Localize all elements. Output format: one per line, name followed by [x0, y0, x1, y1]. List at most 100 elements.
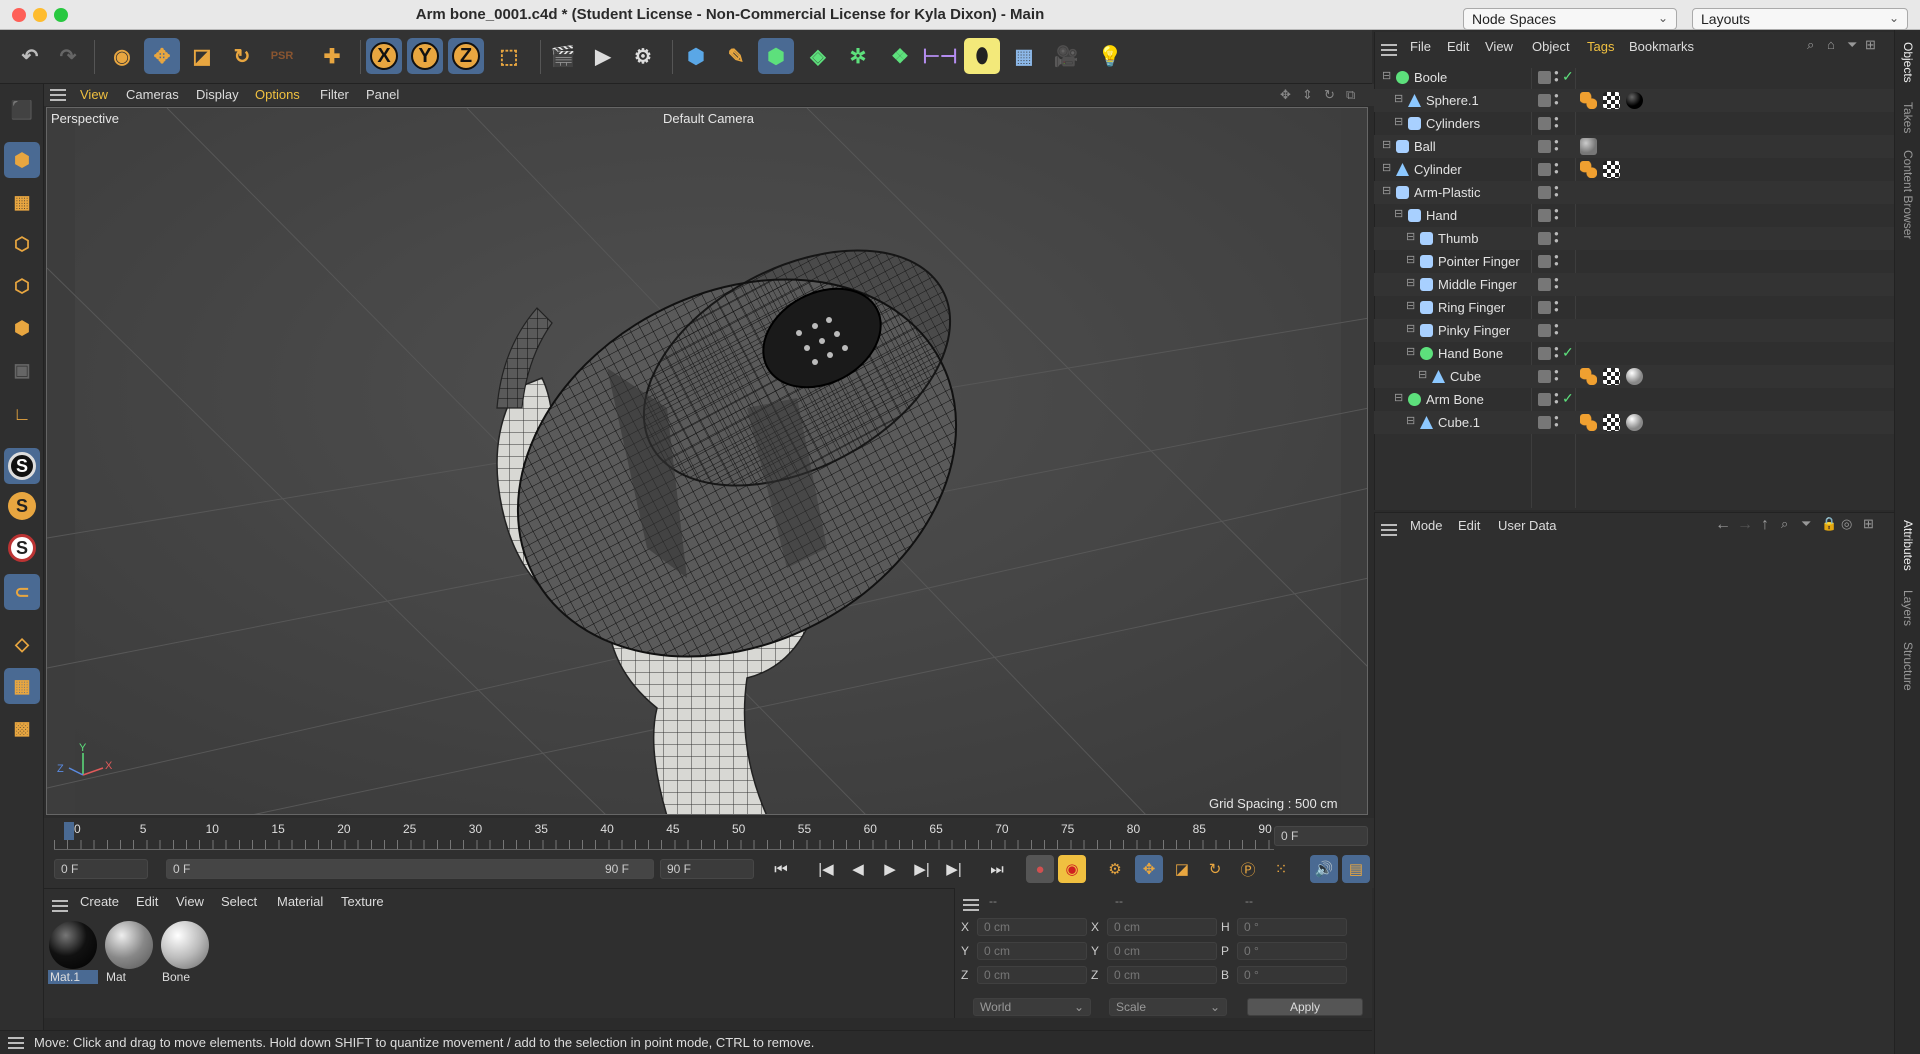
editor-render-dots-icon[interactable]: ● ● [1554, 276, 1560, 291]
visibility-toggle-icon[interactable] [1538, 71, 1551, 84]
mat-black-tag-icon[interactable] [1626, 92, 1643, 109]
home-icon[interactable]: ⌂ [1827, 37, 1835, 52]
sound-icon[interactable]: 🔊 [1310, 855, 1338, 883]
search-icon[interactable]: ⌕ [1781, 516, 1788, 532]
target-icon[interactable]: ◎ [1841, 516, 1852, 532]
next-key-icon[interactable]: ▶| [940, 855, 968, 883]
visibility-toggle-icon[interactable] [1538, 416, 1551, 429]
render-region-icon[interactable]: 🎬 [545, 38, 581, 74]
move-icon[interactable]: ✥ [144, 38, 180, 74]
uv-mode-icon[interactable]: ▣ [4, 352, 40, 388]
phong-tag-icon[interactable] [1580, 414, 1597, 431]
range-slider[interactable]: 0 F 90 F [166, 859, 654, 879]
visibility-toggle-icon[interactable] [1538, 163, 1551, 176]
mat-menu-texture[interactable]: Texture [341, 894, 384, 909]
obj-menu-bookmarks[interactable]: Bookmarks [1629, 39, 1694, 54]
uv-tag-icon[interactable] [1603, 92, 1620, 109]
rotate-icon[interactable]: ↻ [224, 38, 260, 74]
render-view-icon[interactable]: ▶ [585, 38, 621, 74]
phong-tag-icon[interactable] [1580, 92, 1597, 109]
coord-value-field[interactable]: 0 cm [977, 966, 1087, 984]
enabled-check-icon[interactable]: ✓ [1562, 68, 1574, 85]
z-axis-icon[interactable]: Z [448, 38, 484, 74]
texture-mode-icon[interactable]: ▦ [4, 184, 40, 220]
coord-value-field[interactable]: 0 ° [1237, 942, 1347, 960]
tab-structure[interactable]: Structure [1901, 642, 1915, 691]
object-row[interactable]: ⊟ Ball ● ● [1374, 135, 1894, 158]
hamburger-icon[interactable] [8, 1037, 24, 1049]
editor-render-dots-icon[interactable]: ● ● [1554, 345, 1560, 360]
maximize-view-icon[interactable]: ⧉ [1346, 87, 1355, 103]
play-icon[interactable]: ▶ [876, 855, 904, 883]
mat-menu-material[interactable]: Material [277, 894, 323, 909]
editor-render-dots-icon[interactable]: ● ● [1554, 253, 1560, 268]
obj-menu-view[interactable]: View [1485, 39, 1513, 54]
y-axis-icon[interactable]: Y [407, 38, 443, 74]
hamburger-icon[interactable] [1381, 44, 1397, 56]
obj-menu-file[interactable]: File [1410, 39, 1431, 54]
coord-value-field[interactable]: 0 cm [977, 918, 1087, 936]
object-mode-icon[interactable]: ⬢ [4, 142, 40, 178]
editor-render-dots-icon[interactable]: ● ● [1554, 92, 1560, 107]
expand-toggle-icon[interactable]: ⊟ [1394, 207, 1403, 220]
pen-icon[interactable]: ✎ [718, 38, 754, 74]
mat-menu-edit[interactable]: Edit [136, 894, 158, 909]
visibility-toggle-icon[interactable] [1538, 324, 1551, 337]
visibility-toggle-icon[interactable] [1538, 347, 1551, 360]
add-icon[interactable]: ✚ [314, 38, 350, 74]
key-pla-icon[interactable]: ⁙ [1267, 855, 1295, 883]
hamburger-icon[interactable] [1381, 524, 1397, 536]
tab-objects[interactable]: Objects [1901, 42, 1915, 83]
orbit-icon[interactable]: ↻ [1324, 87, 1335, 103]
object-row[interactable]: ⊟ Cylinders ● ● [1374, 112, 1894, 135]
obj-menu-edit[interactable]: Edit [1447, 39, 1469, 54]
key-settings-icon[interactable]: ⚙ [1101, 855, 1129, 883]
expand-toggle-icon[interactable]: ⊟ [1394, 115, 1403, 128]
grid-icon[interactable]: ▩ [4, 710, 40, 746]
editor-render-dots-icon[interactable]: ● ● [1554, 322, 1560, 337]
object-row[interactable]: ⊟ Ring Finger ● ● [1374, 296, 1894, 319]
enabled-check-icon[interactable]: ✓ [1562, 344, 1574, 361]
points-mode-icon[interactable]: ⬡ [4, 226, 40, 262]
symmetry-icon[interactable]: ⊢⊣ [922, 38, 958, 74]
apply-button[interactable]: Apply [1247, 998, 1363, 1016]
expand-toggle-icon[interactable]: ⊟ [1406, 322, 1415, 335]
axis-mode-icon[interactable]: ∟ [4, 396, 40, 432]
select-icon[interactable]: ◉ [104, 38, 140, 74]
menu-filter[interactable]: Filter [320, 87, 349, 102]
filter-icon[interactable]: ⏷ [1801, 516, 1811, 532]
visibility-toggle-icon[interactable] [1538, 140, 1551, 153]
new-window-icon[interactable]: ⊞ [1865, 37, 1876, 53]
visibility-toggle-icon[interactable] [1538, 117, 1551, 130]
mat-menu-create[interactable]: Create [80, 894, 119, 909]
expand-toggle-icon[interactable]: ⊟ [1394, 391, 1403, 404]
dolly-icon[interactable]: ⇕ [1302, 87, 1313, 103]
new-window-icon[interactable]: ⊞ [1863, 516, 1874, 532]
attr-menu-mode[interactable]: Mode [1410, 518, 1443, 533]
hamburger-icon[interactable] [50, 89, 66, 101]
lock-workplane-icon[interactable]: ▦ [4, 668, 40, 704]
expand-toggle-icon[interactable]: ⊟ [1406, 253, 1415, 266]
mat-white-tag-icon[interactable] [1626, 368, 1643, 385]
expand-toggle-icon[interactable]: ⊟ [1382, 184, 1391, 197]
material-swatch-bone[interactable]: Bone [160, 920, 210, 986]
model-mode-icon[interactable]: ⬛ [4, 92, 40, 128]
obj-menu-object[interactable]: Object [1532, 39, 1570, 54]
editor-render-dots-icon[interactable]: ● ● [1554, 161, 1560, 176]
lock-icon[interactable]: 🔒 [1821, 516, 1837, 532]
mat-white-tag-icon[interactable] [1626, 414, 1643, 431]
tab-content-browser[interactable]: Content Browser [1901, 150, 1915, 239]
camera-icon[interactable]: 🎥 [1048, 38, 1084, 74]
visibility-toggle-icon[interactable] [1538, 232, 1551, 245]
visibility-toggle-icon[interactable] [1538, 370, 1551, 383]
object-row[interactable]: ⊟ Pinky Finger ● ● [1374, 319, 1894, 342]
editor-render-dots-icon[interactable]: ● ● [1554, 299, 1560, 314]
array-icon[interactable]: ❖ [882, 38, 918, 74]
object-row[interactable]: ⊟ Cube.1 ● ● [1374, 411, 1894, 434]
redo-icon[interactable]: ↷ [50, 38, 86, 74]
object-row[interactable]: ⊟ Arm Bone ● ● ✓ [1374, 388, 1894, 411]
expand-toggle-icon[interactable]: ⊟ [1406, 345, 1415, 358]
material-swatch-mat[interactable]: Mat [104, 920, 154, 986]
deformer-icon[interactable]: ⬮ [964, 38, 1000, 74]
node-spaces-select[interactable]: Node Spaces ⌄ [1463, 8, 1677, 30]
